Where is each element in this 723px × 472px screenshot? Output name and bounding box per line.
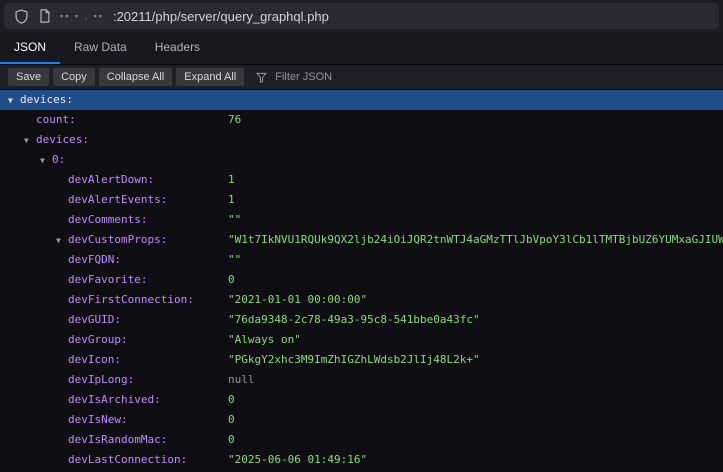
json-row-devFQDN[interactable]: devFQDN: ""	[0, 250, 723, 270]
collapse-all-button[interactable]: Collapse All	[99, 68, 172, 86]
json-key: devFavorite:	[68, 273, 147, 286]
json-key: 0:	[52, 153, 65, 166]
json-value: ""	[228, 210, 241, 230]
json-value: "PGkgY2xhc3M9ImZhIGZhLWdsb2JlIj48L2k+"	[228, 350, 480, 370]
json-key: devIsArchived:	[68, 393, 161, 406]
redacted-host: ▪▪ ▪ , ▪▪	[60, 11, 104, 21]
json-key: devIpLong:	[68, 373, 134, 386]
json-key: devLastConnection:	[68, 453, 187, 466]
funnel-icon	[256, 72, 267, 83]
toolbar-buttons: SaveCopyCollapse AllExpand All	[8, 68, 244, 86]
json-key: devices:	[36, 133, 89, 146]
save-button[interactable]: Save	[8, 68, 49, 86]
json-key: devIcon:	[68, 353, 121, 366]
json-value: null	[228, 370, 255, 390]
json-row-devGUID[interactable]: devGUID: "76da9348-2c78-49a3-95c8-541bbe0…	[0, 310, 723, 330]
json-key: devGroup:	[68, 333, 128, 346]
json-row-devCustomProps[interactable]: ▼devCustomProps: "W1t7IkNVU1RQUk9QX2ljb24…	[0, 230, 723, 250]
json-value: "Always on"	[228, 330, 301, 350]
json-key: count:	[36, 113, 76, 126]
json-row-devFirstConnection[interactable]: devFirstConnection: "2021-01-01 00:00:00"	[0, 290, 723, 310]
browser-chrome: ▪▪ ▪ , ▪▪ :20211/php/server/query_graphq…	[0, 0, 723, 32]
json-key: devComments:	[68, 213, 147, 226]
tab-json[interactable]: JSON	[0, 32, 60, 64]
json-value: "2021-01-01 00:00:00"	[228, 290, 367, 310]
tab-raw-data[interactable]: Raw Data	[60, 32, 141, 64]
json-row-devLastConnection[interactable]: devLastConnection: "2025-06-06 01:49:16"	[0, 450, 723, 470]
json-key: devCustomProps:	[68, 233, 167, 246]
json-row-devices[interactable]: ▼devices:	[0, 90, 723, 110]
expand-all-button[interactable]: Expand All	[176, 68, 244, 86]
json-row-devFavorite[interactable]: devFavorite: 0	[0, 270, 723, 290]
json-key: devAlertDown:	[68, 173, 154, 186]
json-value: 0	[228, 430, 235, 450]
page-icon[interactable]	[38, 9, 51, 23]
json-key: devFirstConnection:	[68, 293, 194, 306]
json-tree: ▼devices:count:76▼devices:▼0:devAlertDow…	[0, 90, 723, 472]
json-key: devFQDN:	[68, 253, 121, 266]
twisty-icon[interactable]: ▼	[8, 91, 20, 110]
json-row-devIsArchived[interactable]: devIsArchived: 0	[0, 390, 723, 410]
json-value: 1	[228, 190, 235, 210]
json-key: devGUID:	[68, 313, 121, 326]
url-text[interactable]: :20211/php/server/query_graphql.php	[113, 9, 329, 24]
json-row-devIsRandomMac[interactable]: devIsRandomMac: 0	[0, 430, 723, 450]
json-value: "W1t7IkNVU1RQUk9QX2ljb24iOiJQR2tnWTJ4aGM…	[228, 230, 723, 250]
tab-bar: JSONRaw DataHeaders	[0, 32, 723, 65]
url-bar[interactable]: ▪▪ ▪ , ▪▪ :20211/php/server/query_graphq…	[4, 3, 719, 29]
json-value: 1	[228, 170, 235, 190]
json-value: ""	[228, 250, 241, 270]
json-row-devComments[interactable]: devComments: ""	[0, 210, 723, 230]
twisty-icon[interactable]: ▼	[56, 231, 68, 250]
json-key: devices:	[20, 93, 73, 106]
json-row-devIpLong[interactable]: devIpLong: null	[0, 370, 723, 390]
json-row-devices[interactable]: ▼devices:	[0, 130, 723, 150]
copy-button[interactable]: Copy	[53, 68, 95, 86]
json-value: 0	[228, 390, 235, 410]
json-value: "2025-06-06 01:49:16"	[228, 450, 367, 470]
json-row-devIcon[interactable]: devIcon: "PGkgY2xhc3M9ImZhIGZhLWdsb2JlIj4…	[0, 350, 723, 370]
json-key: devIsNew:	[68, 413, 128, 426]
json-value: 0	[228, 410, 235, 430]
json-value: "76da9348-2c78-49a3-95c8-541bbe0a43fc"	[228, 310, 480, 330]
tab-headers[interactable]: Headers	[141, 32, 214, 64]
filter-json-input[interactable]	[273, 70, 443, 84]
twisty-icon[interactable]: ▼	[40, 151, 52, 170]
filter-box	[256, 70, 443, 84]
json-value: 0	[228, 270, 235, 290]
json-row-devAlertDown[interactable]: devAlertDown: 1	[0, 170, 723, 190]
json-row-devAlertEvents[interactable]: devAlertEvents: 1	[0, 190, 723, 210]
json-value: 76	[228, 110, 241, 130]
json-key: devIsRandomMac:	[68, 433, 167, 446]
shield-icon[interactable]	[14, 9, 29, 24]
json-row-0[interactable]: ▼0:	[0, 150, 723, 170]
json-row-devGroup[interactable]: devGroup: "Always on"	[0, 330, 723, 350]
twisty-icon[interactable]: ▼	[24, 131, 36, 150]
json-row-count[interactable]: count: 76	[0, 110, 723, 130]
json-toolbar: SaveCopyCollapse AllExpand All	[0, 65, 723, 90]
json-key: devAlertEvents:	[68, 193, 167, 206]
json-row-devIsNew[interactable]: devIsNew: 0	[0, 410, 723, 430]
